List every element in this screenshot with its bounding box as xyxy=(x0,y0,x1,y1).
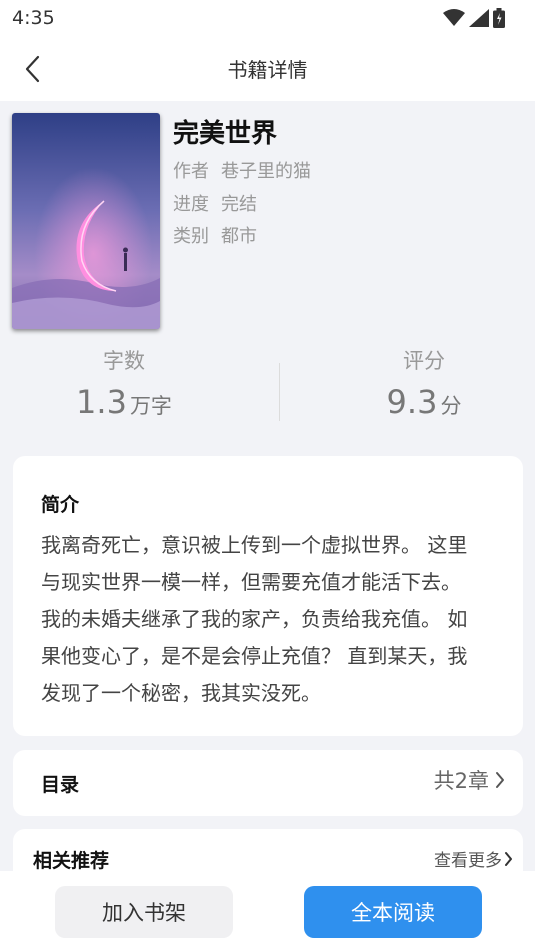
chevron-right-icon xyxy=(496,772,504,788)
read-full-button[interactable]: 全本阅读 xyxy=(304,886,482,938)
toc-count: 共2章 xyxy=(434,765,505,795)
word-count-label: 字数 xyxy=(103,349,145,373)
author-name: 巷子里的猫 xyxy=(221,161,311,182)
category-label: 类别 xyxy=(173,226,209,247)
author-label: 作者 xyxy=(173,161,209,182)
intro-line: 果他变心了，是不是会停止充值？ 直到某天，我 xyxy=(41,644,468,668)
stats-divider xyxy=(279,363,280,421)
toc-label: 目录 xyxy=(41,774,80,796)
progress-value: 完结 xyxy=(221,194,257,215)
author-row: 作者 巷子里的猫 xyxy=(173,157,311,183)
rating-stat: 评分 9.3 分 xyxy=(324,345,524,421)
add-to-shelf-button[interactable]: 加入书架 xyxy=(55,886,233,938)
toc-row[interactable]: 目录 共2章 xyxy=(13,750,523,816)
rating-unit: 分 xyxy=(440,394,462,418)
intro-text: 我离奇死亡，意识被上传到一个虚拟世界。 这里 与现实世界一模一样，但需要充值才能… xyxy=(41,527,495,712)
word-count-value: 1.3 xyxy=(76,383,127,421)
wifi-icon xyxy=(443,9,465,26)
nav-bar: 书籍详情 xyxy=(0,36,535,101)
intro-line: 我离奇死亡，意识被上传到一个虚拟世界。 这里 xyxy=(41,533,468,557)
intro-line: 我的未婚夫继承了我的家产，负责给我充值。 如 xyxy=(41,607,468,631)
status-bar: 4:35 xyxy=(0,0,535,36)
see-more-link[interactable]: 查看更多 xyxy=(434,846,513,871)
progress-label: 进度 xyxy=(173,194,209,215)
battery-icon xyxy=(493,8,505,28)
intro-heading: 简介 xyxy=(41,494,80,516)
chevron-right-icon xyxy=(505,851,512,866)
bottom-action-bar: 加入书架 全本阅读 xyxy=(0,871,535,951)
intro-line: 与现实世界一模一样，但需要充值才能活下去。 xyxy=(41,570,461,594)
recommend-heading: 相关推荐 xyxy=(33,850,110,872)
signal-icon xyxy=(469,9,489,27)
book-title: 完美世界 xyxy=(173,119,278,149)
word-count-stat: 字数 1.3 万字 xyxy=(24,345,224,421)
see-more-label: 查看更多 xyxy=(434,851,502,871)
category-value: 都市 xyxy=(221,226,257,247)
word-count-unit: 万字 xyxy=(129,394,172,418)
chapter-count: 共2章 xyxy=(433,769,489,793)
rating-value: 9.3 xyxy=(386,383,438,421)
status-icons xyxy=(443,8,505,28)
progress-row: 进度 完结 xyxy=(173,190,257,216)
rating-label: 评分 xyxy=(403,349,445,373)
status-time: 4:35 xyxy=(12,7,55,29)
book-header: 完美世界 作者 巷子里的猫 进度 完结 类别 都市 字数 1.3 万字 评分 9.… xyxy=(0,101,535,441)
intro-card: 简介 我离奇死亡，意识被上传到一个虚拟世界。 这里 与现实世界一模一样，但需要充… xyxy=(13,456,523,736)
book-cover-image[interactable] xyxy=(12,113,160,329)
category-row: 类别 都市 xyxy=(173,222,257,248)
page-title: 书籍详情 xyxy=(227,58,308,82)
intro-line: 发现了一个秘密，我其实没死。 xyxy=(41,681,321,705)
book-stats: 字数 1.3 万字 评分 9.3 分 xyxy=(0,345,535,425)
